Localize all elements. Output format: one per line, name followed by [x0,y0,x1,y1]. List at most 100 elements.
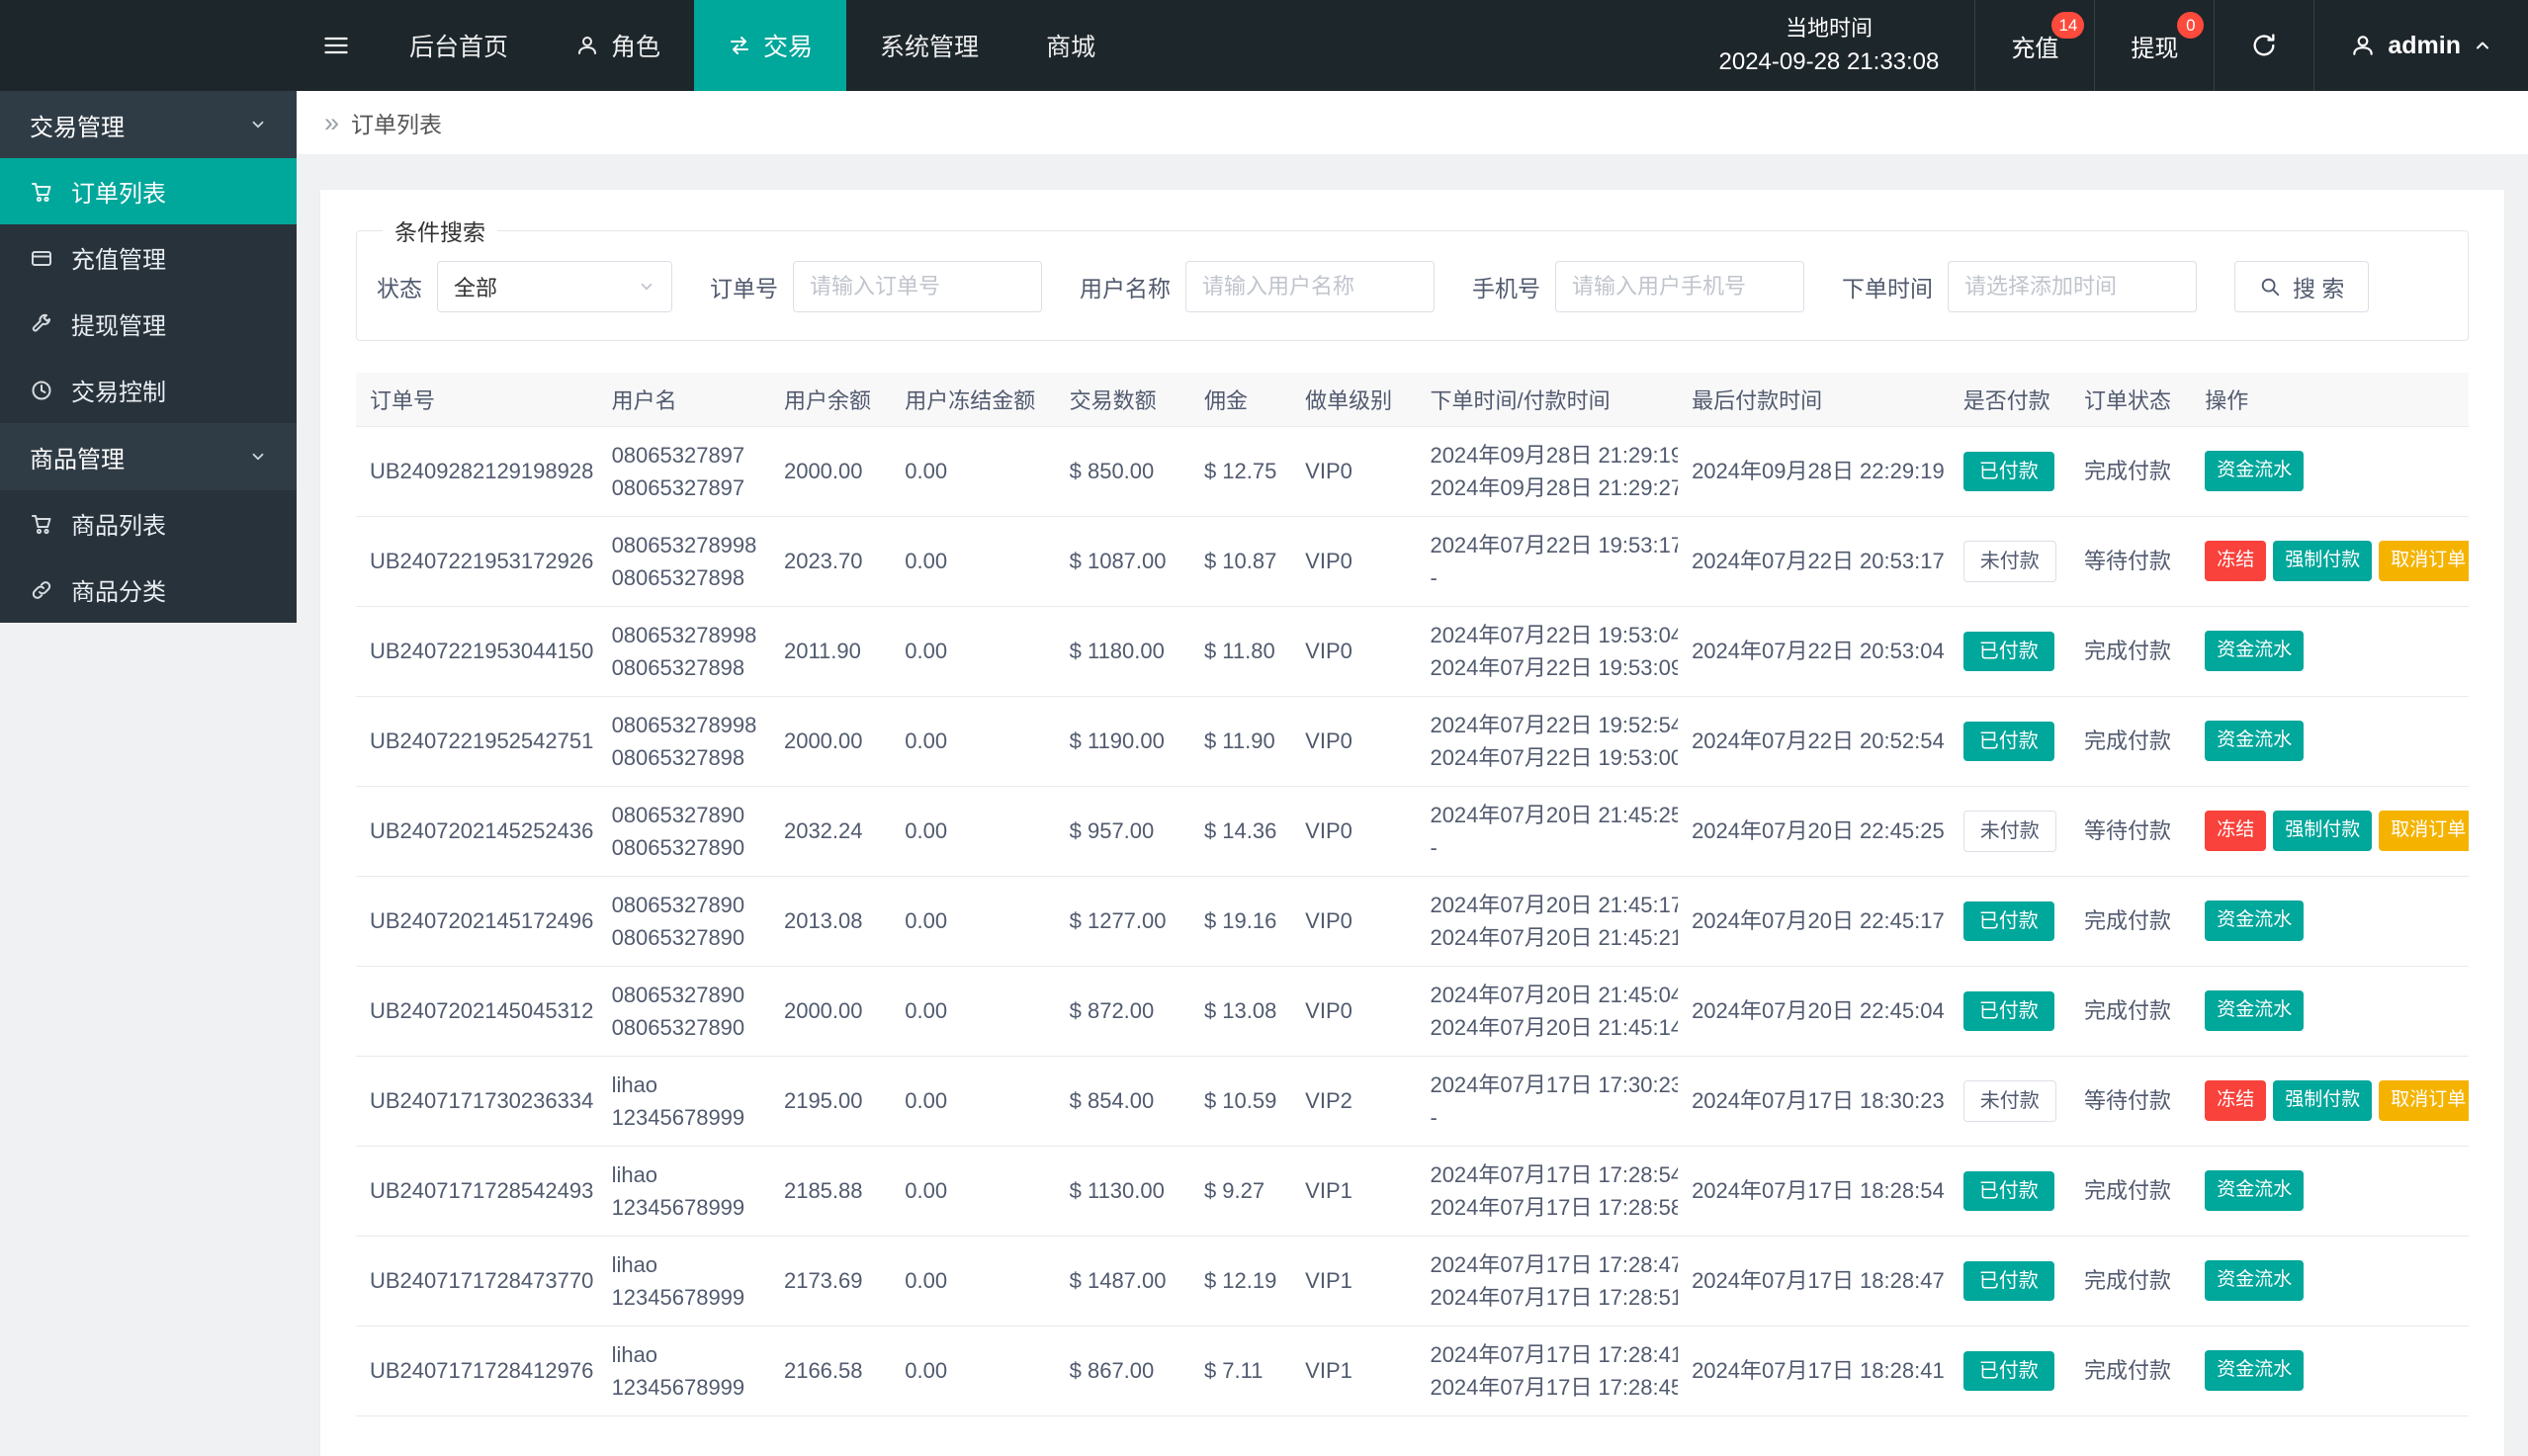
amount-cell: $ 1180.00 [1055,606,1190,697]
table-row: UB2407171730236334 lihao 12345678999 2195.0… [356,1056,2469,1147]
fund-flow-button[interactable]: 资金流水 [2205,631,2305,671]
order-no-cell: UB2409282129198928 [356,426,598,517]
fund-flow-button[interactable]: 资金流水 [2205,1260,2305,1301]
nav-tab-label: 交易 [763,34,814,61]
sidebar-item-trade-control[interactable]: 交易控制 [0,357,297,423]
nav-tab-mall[interactable]: 商城 [1012,0,1129,91]
main-content: » 订单列表 条件搜索 状态 全部 订单号 请输入订单号 用户名称 请输入用户名… [297,91,2528,1456]
nav-tab-trade[interactable]: 交易 [694,0,847,91]
phone-field: 手机号 [1472,261,1804,312]
commission-cell: $ 10.59 [1189,1056,1292,1147]
recharge-button[interactable]: 充值 14 [1974,0,2094,91]
fund-flow-button[interactable]: 资金流水 [2205,990,2305,1031]
withdraw-button[interactable]: 提现 0 [2094,0,2214,91]
navbar-left: 后台首页 角色 交易 系统管理 商城 [0,0,1129,91]
breadcrumb: » 订单列表 [297,91,2528,154]
cancel-order-button[interactable]: 取消订单 [2379,541,2469,581]
level-cell: VIP0 [1291,696,1417,787]
sidebar-item-goods-category[interactable]: 商品分类 [0,557,297,623]
order-no-cell: UB2407221953044150 [356,606,598,697]
user-cell: 08065327890 08065327890 [597,786,770,877]
table-row: UB2407202145172496 08065327890 08065327890… [356,876,2469,967]
last-pay-time-cell: 2024年07月17日 18:28:41 [1678,1326,1950,1416]
user-name-label: 用户名称 [1080,276,1171,301]
balance-cell: 2011.90 [769,606,892,697]
sidebar-item-label: 商品分类 [71,579,166,606]
order-no-input[interactable] [793,261,1042,312]
order-no-cell: UB2407171728542493 [356,1146,598,1237]
force-pay-button[interactable]: 强制付款 [2273,541,2373,581]
user-cell: 080653278998 08065327898 [597,516,770,607]
force-pay-button[interactable]: 强制付款 [2273,811,2373,851]
chevron-down-icon [249,116,267,133]
order-status-cell: 完成付款 [2069,1326,2192,1416]
force-pay-button[interactable]: 强制付款 [2273,1080,2373,1121]
chevron-down-icon [249,448,267,466]
freeze-button[interactable]: 冻结 [2205,811,2267,851]
column-header: 操作 [2191,373,2469,427]
sidebar-group-goods[interactable]: 商品管理 [0,423,297,490]
frozen-cell: 0.00 [891,426,1056,517]
sidebar-toggle-button[interactable] [297,0,376,91]
phone-input[interactable] [1555,261,1804,312]
freeze-button[interactable]: 冻结 [2205,1080,2267,1121]
commission-cell: $ 13.08 [1189,966,1292,1057]
balance-cell: 2166.58 [769,1326,892,1416]
actions-cell: 冻结 强制付款 取消订单 [2191,786,2469,877]
level-cell: VIP1 [1291,1236,1417,1327]
order-time-input[interactable] [1948,261,2197,312]
actions-cell: 资金流水 [2191,1326,2469,1416]
sidebar: 交易管理 订单列表 充值管理 提现管理 交易控制 商品管理 商品列表 商品分类 [0,91,297,1389]
actions-cell: 资金流水 [2191,696,2469,787]
sidebar-item-withdraw[interactable]: 提现管理 [0,291,297,357]
last-pay-time-cell: 2024年07月22日 20:53:17 [1678,516,1950,607]
cancel-order-button[interactable]: 取消订单 [2379,1080,2469,1121]
fund-flow-button[interactable]: 资金流水 [2205,900,2305,941]
brand-spacer [0,0,297,91]
sidebar-item-goods-list[interactable]: 商品列表 [0,490,297,557]
user-cell: 080653278998 08065327898 [597,606,770,697]
search-button[interactable]: 搜 索 [2234,261,2370,312]
fund-flow-button[interactable]: 资金流水 [2205,1350,2305,1391]
local-time-label: 当地时间 [1785,15,1873,41]
column-header: 用户冻结金额 [891,373,1056,427]
amount-cell: $ 854.00 [1055,1056,1190,1147]
sidebar-group-trade[interactable]: 交易管理 [0,91,297,158]
order-status-cell: 等待付款 [2069,1056,2192,1147]
pay-status-badge: 已付款 [1962,721,2054,761]
frozen-cell: 0.00 [891,1146,1056,1237]
user-menu[interactable]: admin [2313,0,2528,91]
pay-status-badge: 已付款 [1962,451,2054,491]
goods-list-icon [30,512,53,536]
user-name-input[interactable] [1185,261,1435,312]
refresh-button[interactable] [2214,0,2313,91]
nav-tab-system[interactable]: 系统管理 [846,0,1012,91]
table-row: UB2407221953044150 080653278998 0806532789… [356,606,2469,697]
sidebar-item-label: 商品列表 [71,513,166,540]
frozen-cell: 0.00 [891,876,1056,967]
status-field: 状态 全部 [377,261,672,312]
sidebar-item-order-list[interactable]: 订单列表 [0,158,297,224]
cancel-order-button[interactable]: 取消订单 [2379,811,2469,851]
commission-cell: $ 12.19 [1189,1236,1292,1327]
nav-tab-label: 系统管理 [880,34,980,61]
level-cell: VIP0 [1291,516,1417,607]
order-time-cell: 2024年07月17日 17:28:41 2024年07月17日 17:28:45 [1416,1326,1679,1416]
order-status-cell: 完成付款 [2069,876,2192,967]
status-select[interactable]: 全部 [437,261,672,312]
pay-status-cell: 已付款 [1949,1146,2070,1237]
sidebar-menu: 交易管理 订单列表 充值管理 提现管理 交易控制 商品管理 商品列表 商品分类 [0,91,297,623]
search-panel-title: 条件搜索 [394,219,485,245]
amount-cell: $ 957.00 [1055,786,1190,877]
pay-status-cell: 已付款 [1949,1236,2070,1327]
nav-tab-dashboard[interactable]: 后台首页 [376,0,542,91]
sidebar-item-recharge[interactable]: 充值管理 [0,224,297,291]
order-time-cell: 2024年07月17日 17:28:47 2024年07月17日 17:28:51 [1416,1236,1679,1327]
nav-tab-roles[interactable]: 角色 [542,0,694,91]
freeze-button[interactable]: 冻结 [2205,541,2267,581]
fund-flow-button[interactable]: 资金流水 [2205,451,2305,491]
fund-flow-button[interactable]: 资金流水 [2205,721,2305,761]
fund-flow-button[interactable]: 资金流水 [2205,1170,2305,1211]
refresh-icon [2250,32,2278,59]
breadcrumb-label: 订单列表 [351,112,443,137]
